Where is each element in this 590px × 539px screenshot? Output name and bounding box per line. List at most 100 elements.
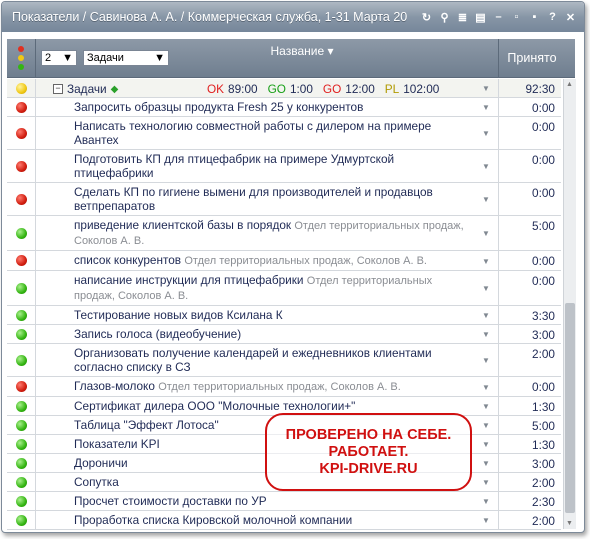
task-row[interactable]: Глазов-молоко Отдел территориальных прод…: [7, 377, 561, 397]
row-menu-arrow-icon[interactable]: ▼: [482, 440, 490, 449]
row-menu-arrow-icon[interactable]: ▼: [482, 421, 490, 430]
task-accepted-value: 2:00: [532, 476, 555, 490]
scroll-down-icon[interactable]: ▼: [566, 520, 573, 527]
search-icon[interactable]: ⚲: [437, 10, 452, 25]
status-green-icon: [15, 400, 27, 412]
row-menu-arrow-icon[interactable]: ▼: [482, 459, 490, 468]
status-green-icon: [15, 419, 27, 431]
row-menu-arrow-icon[interactable]: ▼: [482, 103, 490, 112]
scrollbar-thumb[interactable]: [565, 303, 575, 513]
status-green-icon: [15, 282, 27, 294]
status-green-icon: [15, 495, 27, 507]
add-task-icon[interactable]: ◆: [111, 84, 119, 95]
row-menu-arrow-icon[interactable]: ▼: [482, 516, 490, 525]
task-accepted-value: 0:00: [532, 254, 555, 268]
minimize-icon[interactable]: –: [491, 10, 506, 25]
status-yellow-icon: [15, 82, 27, 94]
task-name[interactable]: Запросить образцы продукта Fresh 25 у ко…: [74, 98, 469, 116]
task-name[interactable]: Подготовить КП для птицефабрик на пример…: [74, 150, 469, 182]
status-green-icon: [15, 476, 27, 488]
task-accepted-value: 5:00: [532, 419, 555, 433]
row-menu-arrow-icon[interactable]: ▼: [482, 402, 490, 411]
accepted-column-header[interactable]: Принято: [498, 39, 565, 77]
promo-stamp: ПРОВЕРЕНО НА СЕБЕ. РАБОТАЕТ. KPI-DRIVE.R…: [265, 413, 472, 491]
task-row[interactable]: Написать технологию совместной работы с …: [7, 117, 561, 150]
group-label: Задачи: [67, 82, 107, 96]
task-row[interactable]: Сделать КП по гигиене вымени для произво…: [7, 183, 561, 216]
task-row[interactable]: Запросить образцы продукта Fresh 25 у ко…: [7, 98, 561, 117]
group-stats: OK 89:00 GO 1:00 GO 12:00 PL 102:00: [207, 82, 440, 96]
vertical-scrollbar[interactable]: ▲ ▼: [563, 79, 576, 529]
task-row[interactable]: Подготовить КП для птицефабрик на пример…: [7, 150, 561, 183]
row-menu-arrow-icon[interactable]: ▼: [482, 330, 490, 339]
traffic-light-icon: [7, 39, 36, 77]
export-icon[interactable]: ▤: [473, 10, 488, 25]
task-accepted-value: 0:00: [532, 153, 555, 167]
row-menu-arrow-icon[interactable]: ▼: [482, 229, 490, 238]
task-row[interactable]: Просчет стоимости доставки по УР ▼ 2:30: [7, 492, 561, 511]
task-accepted-value: 0:00: [532, 380, 555, 394]
task-row[interactable]: приведение клиентской базы в порядок Отд…: [7, 216, 561, 251]
row-menu-arrow-icon[interactable]: ▼: [482, 129, 490, 138]
close-small-icon[interactable]: ▪: [527, 10, 542, 25]
task-name[interactable]: Запись голоса (видеобучение): [74, 325, 469, 343]
task-name[interactable]: список конкурентов Отдел территориальных…: [74, 251, 469, 270]
dropdown-arrow-icon: ▼: [62, 52, 73, 64]
task-name[interactable]: Глазов-молоко Отдел территориальных прод…: [74, 377, 469, 396]
task-accepted-value: 0:00: [532, 186, 555, 200]
row-menu-arrow-icon[interactable]: ▼: [482, 383, 490, 392]
level-select[interactable]: 2 ▼: [41, 50, 77, 66]
row-menu-arrow-icon[interactable]: ▼: [482, 195, 490, 204]
status-red-icon: [15, 160, 27, 172]
task-name[interactable]: Написать технологию совместной работы с …: [74, 117, 469, 149]
task-department: Отдел территориальных продаж, Соколов А.…: [184, 255, 427, 267]
task-row[interactable]: Тестирование новых видов Ксилана К ▼ 3:30: [7, 306, 561, 325]
row-menu-arrow-icon[interactable]: ▼: [482, 84, 490, 93]
list-icon[interactable]: ≣: [455, 10, 470, 25]
row-menu-arrow-icon[interactable]: ▼: [482, 257, 490, 266]
group-row[interactable]: − Задачи ◆ OK 89:00 GO 1:00 GO 12:00 PL …: [7, 79, 561, 98]
task-name[interactable]: Просчет стоимости доставки по УР: [74, 492, 469, 510]
close-window-icon[interactable]: ✕: [563, 10, 578, 25]
status-green-icon: [15, 309, 27, 321]
kpi-window: Показатели / Савинова А. А. / Коммерческ…: [1, 1, 585, 533]
task-department: Отдел территориальных продаж, Соколов А.…: [158, 381, 401, 393]
status-red-icon: [15, 381, 27, 392]
restore-icon[interactable]: ▫: [509, 10, 524, 25]
task-row[interactable]: список конкурентов Отдел территориальных…: [7, 251, 561, 271]
scroll-up-icon[interactable]: ▲: [566, 81, 573, 88]
status-red-icon: [15, 101, 27, 113]
task-row[interactable]: Организовать получение календарей и ежед…: [7, 344, 561, 377]
task-name[interactable]: Сделать КП по гигиене вымени для произво…: [74, 183, 469, 215]
task-accepted-value: 3:30: [532, 309, 555, 323]
task-row[interactable]: Запись голоса (видеобучение) ▼ 3:00: [7, 325, 561, 344]
title-bar: Показатели / Савинова А. А. / Коммерческ…: [2, 2, 584, 32]
task-accepted-value: 0:00: [532, 274, 555, 288]
task-name[interactable]: Организовать получение календарей и ежед…: [74, 344, 469, 376]
task-accepted-value: 2:00: [532, 347, 555, 361]
row-menu-arrow-icon[interactable]: ▼: [482, 311, 490, 320]
view-select-value: Задачи: [87, 52, 124, 64]
task-name[interactable]: Проработка списка Кировской молочной ком…: [74, 511, 469, 529]
task-accepted-value: 2:00: [532, 514, 555, 528]
status-red-icon: [15, 193, 27, 205]
task-accepted-value: 1:30: [532, 400, 555, 414]
row-menu-arrow-icon[interactable]: ▼: [482, 162, 490, 171]
status-red-icon: [15, 127, 27, 139]
row-menu-arrow-icon[interactable]: ▼: [482, 284, 490, 293]
task-row[interactable]: написание инструкции для птицефабрики От…: [7, 271, 561, 306]
task-accepted-value: 1:30: [532, 438, 555, 452]
row-menu-arrow-icon[interactable]: ▼: [482, 497, 490, 506]
task-name[interactable]: Тестирование новых видов Ксилана К: [74, 306, 469, 324]
status-green-icon: [15, 514, 27, 526]
name-column-header[interactable]: Название ▾: [157, 44, 447, 58]
status-green-icon: [15, 457, 27, 469]
task-name[interactable]: написание инструкции для птицефабрики От…: [74, 271, 469, 305]
help-icon[interactable]: ?: [545, 10, 560, 25]
row-menu-arrow-icon[interactable]: ▼: [482, 478, 490, 487]
task-row[interactable]: Проработка списка Кировской молочной ком…: [7, 511, 561, 530]
collapse-icon[interactable]: −: [53, 84, 63, 94]
task-name[interactable]: приведение клиентской базы в порядок Отд…: [74, 216, 469, 250]
row-menu-arrow-icon[interactable]: ▼: [482, 356, 490, 365]
refresh-icon[interactable]: ↻: [419, 10, 434, 25]
